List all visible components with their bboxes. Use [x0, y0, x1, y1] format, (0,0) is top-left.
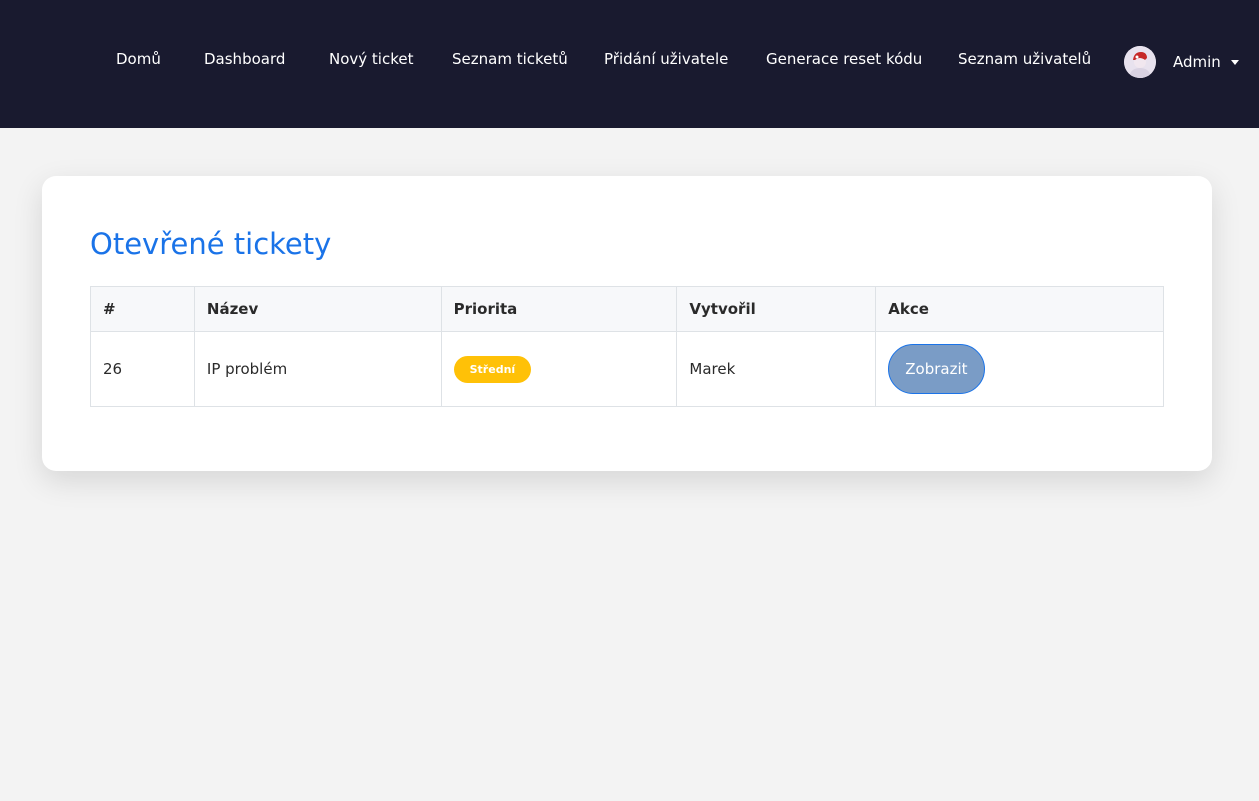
user-name: Admin	[1173, 53, 1221, 71]
page-title: Otevřené tickety	[90, 227, 332, 261]
nav-link-dashboard[interactable]: Dashboard	[204, 49, 285, 69]
column-header-actions: Akce	[875, 286, 1164, 332]
column-header-id: #	[90, 286, 195, 332]
caret-down-icon	[1230, 59, 1239, 65]
nav-link-home[interactable]: Domů	[116, 49, 161, 69]
priority-badge: Střední	[453, 355, 532, 383]
nav-link-new-ticket[interactable]: Nový ticket	[329, 49, 413, 69]
nav-link-add-user[interactable]: Přidání uživatele	[604, 49, 728, 69]
top-navbar: Domů Dashboard Nový ticket Seznam ticket…	[0, 0, 1259, 128]
nav-link-user-list[interactable]: Seznam uživatelů	[958, 49, 1091, 69]
column-header-priority: Priorita	[440, 286, 678, 332]
column-header-name: Název	[193, 286, 442, 332]
ticket-actions-cell: Zobrazit	[875, 331, 1164, 407]
ticket-name-cell: IP problém	[193, 331, 442, 407]
ticket-created-by-cell: Marek	[676, 331, 877, 407]
nav-link-ticket-list[interactable]: Seznam ticketů	[452, 49, 568, 69]
ticket-priority-cell: Střední	[440, 331, 678, 407]
tickets-table: # Název Priorita Vytvořil Akce 26 IP pro…	[90, 286, 1164, 407]
ticket-id-cell: 26	[90, 331, 195, 407]
column-header-created-by: Vytvořil	[676, 286, 877, 332]
table-row: 26 IP problém Střední Marek Zobrazit	[90, 331, 1164, 407]
user-avatar-icon	[1124, 46, 1156, 78]
view-ticket-button[interactable]: Zobrazit	[888, 344, 985, 394]
open-tickets-card: Otevřené tickety # Název Priorita Vytvoř…	[42, 176, 1212, 471]
nav-link-reset-code[interactable]: Generace reset kódu	[766, 49, 922, 69]
user-menu-dropdown[interactable]: Admin	[1124, 46, 1239, 78]
table-header-row: # Název Priorita Vytvořil Akce	[90, 286, 1164, 332]
